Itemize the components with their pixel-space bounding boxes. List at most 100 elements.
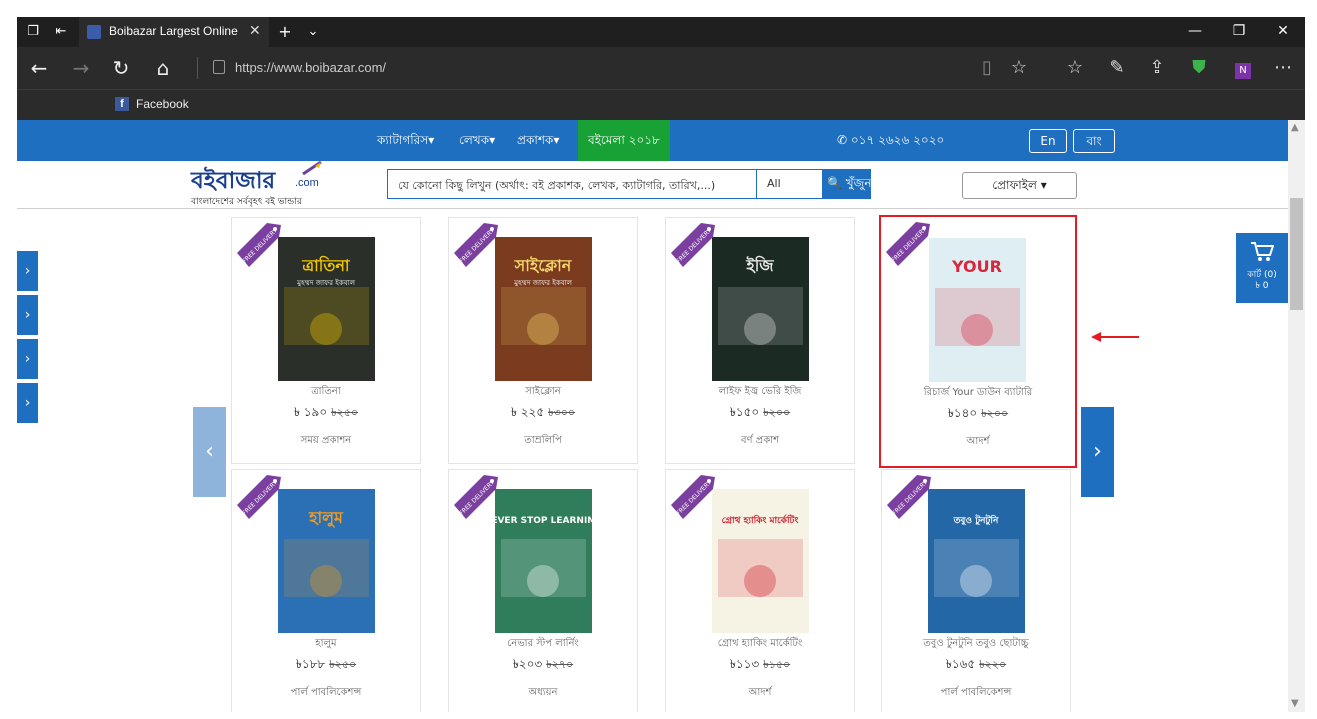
profile-button[interactable]: প্রোফাইল ▾ [962,172,1077,199]
book-cover[interactable]: গ্রোথ হ্যাকিং মার্কেটিং [712,489,809,633]
cover-author: মুহম্মদ জাফর ইকবাল [513,279,573,287]
lang-bn-button[interactable]: বাং [1073,129,1115,153]
old-price: ৳২০০ [763,406,791,419]
book-cover[interactable]: NEVER STOP LEARNING [495,489,592,633]
book-publisher[interactable]: পার্ল পাবলিকেশন্স [882,685,1070,702]
home-icon[interactable]: ⌂ [151,57,175,79]
old-price: ৳১৫০ [763,658,791,671]
cover-author: মুহম্মদ জাফর ইকবাল [296,279,356,287]
free-delivery-badge: FREE DELIVERY [671,475,715,519]
browser-tab[interactable]: Boibazar Largest Online ✕ [79,17,269,47]
current-price: ৳ ২২৫ [510,405,545,419]
book-title[interactable]: হালুম [232,636,420,653]
vertical-scrollbar[interactable]: ▲ ▼ [1288,120,1305,712]
favorites-hub-icon[interactable]: ☆ [1063,57,1087,79]
free-delivery-badge: FREE DELIVERY [454,475,498,519]
book-title[interactable]: নেভার স্টপ লার্নিং [449,636,637,653]
book-title[interactable]: সাইক্লোন [449,384,637,401]
search-input[interactable]: যে কোনো কিছু লিখুন (অর্থাৎ: বই প্রকাশক, … [387,169,757,199]
tab-close-icon[interactable]: ✕ [249,23,261,39]
set-tabs-aside-icon[interactable]: ⇤ [53,24,69,40]
book-title[interactable]: লাইফ ইজ্ব ভেরি ইজি [666,384,854,401]
lang-en-button[interactable]: En [1029,129,1067,153]
close-window-icon[interactable]: ✕ [1273,23,1293,39]
search-button[interactable]: 🔍 খুঁজুন [823,169,872,199]
book-publisher[interactable]: সময় প্রকাশন [232,433,420,450]
current-price: ৳১৮৮ [295,657,326,671]
side-expand-button[interactable]: › [17,251,38,291]
cover-title: সাইক্লোন [514,256,573,275]
book-title[interactable]: তবুও টুনটুনি তবুও ছোটাচ্চু [882,636,1070,653]
book-card[interactable]: ইজি FREE DELIVERY লাইফ ইজ্ব ভেরি ইজি ৳১৫০ ৳২… [665,217,855,464]
search-category-select[interactable]: All [757,169,823,199]
facebook-icon: f [115,97,129,111]
back-icon[interactable]: ← [27,57,51,79]
book-price: ৳২০৩ ৳২৭০ [449,656,637,676]
reading-view-icon[interactable]: ▯ [975,57,999,79]
tab-list-icon[interactable]: ⌄ [305,24,321,40]
book-publisher[interactable]: তাম্রলিপি [449,433,637,450]
carousel-next-button[interactable]: › [1081,407,1114,497]
book-cover[interactable]: ত্রাতিনা মুহম্মদ জাফর ইকবাল [278,237,375,381]
forward-icon[interactable]: → [69,57,93,79]
current-price: ৳১১৩ [729,657,760,671]
side-expand-button[interactable]: › [17,339,38,379]
restore-icon[interactable]: ❐ [1229,23,1249,39]
nav-book-fair[interactable]: বইমেলা ২০১৮ [578,120,670,161]
scroll-thumb[interactable] [1290,198,1303,310]
book-publisher[interactable]: পার্ল পাবলিকেশন্স [232,685,420,702]
book-publisher[interactable]: আদর্শ [666,685,854,702]
book-price: ৳ ১৯০ ৳২৫০ [232,404,420,424]
book-title[interactable]: গ্রোথ হ্যাকিং মার্কেটিং [666,636,854,653]
old-price: ৳২৫০ [331,406,359,419]
book-price: ৳১৪০ ৳২০০ [881,405,1075,425]
book-publisher[interactable]: আদর্শ [881,434,1075,451]
shield-extension-icon[interactable]: ⛊ [1187,57,1211,79]
old-price: ৳২৫০ [329,658,357,671]
cart-widget[interactable]: কার্ট (0) ৳ 0 [1236,233,1288,303]
tab-actions-icon[interactable]: ❐ [25,24,41,40]
side-expand-button[interactable]: › [17,295,38,335]
favorites-bar: f Facebook [17,89,1305,120]
onenote-icon[interactable]: N [1231,57,1255,79]
book-publisher[interactable]: বর্ণ প্রকাশ [666,433,854,450]
share-icon[interactable]: ⇪ [1145,57,1169,79]
book-title[interactable]: রিচার্জ Your ডাউন ব্যাটারি [881,385,1075,402]
book-card[interactable]: NEVER STOP LEARNINGFREE DELIVERY নেভার স্… [448,469,638,712]
book-card[interactable]: তবুও টুনটুনি FREE DELIVERY তবুও টুনটুনি তব… [881,469,1071,712]
nav-authors[interactable]: লেখক▾ [459,132,495,152]
book-price: ৳১১৩ ৳১৫০ [666,656,854,676]
side-expand-button[interactable]: › [17,383,38,423]
book-card[interactable]: সাইক্লোন মুহম্মদ জাফর ইকবাল FREE DELIVERY স… [448,217,638,464]
new-tab-icon[interactable]: + [277,24,293,40]
browser-titlebar: ❐ ⇤ Boibazar Largest Online ✕ + ⌄ — ❐ ✕ [17,17,1305,47]
more-icon[interactable]: ⋯ [1271,57,1295,79]
book-title[interactable]: ত্রাতিনা [232,384,420,401]
book-card[interactable]: ত্রাতিনা মুহম্মদ জাফর ইকবাল FREE DELIVERY ত… [231,217,421,464]
minimize-icon[interactable]: — [1185,23,1205,39]
refresh-icon[interactable]: ↻ [109,57,133,79]
book-card[interactable]: গ্রোথ হ্যাকিং মার্কেটিং FREE DELIVERY গ্রো… [665,469,855,712]
book-card[interactable]: হালুম FREE DELIVERY হালুম ৳১৮৮ ৳২৫০ পার্ল পাব… [231,469,421,712]
book-cover[interactable]: হালুম [278,489,375,633]
book-card[interactable]: YOUR FREE DELIVERY রিচার্জ Your ডাউন ব্যাট… [879,215,1077,468]
url-field[interactable]: https://www.boibazar.com/ [235,60,386,75]
pen-icon[interactable]: ✎ [1105,57,1129,79]
book-cover[interactable]: YOUR [929,238,1026,382]
book-cover[interactable]: সাইক্লোন মুহম্মদ জাফর ইকবাল [495,237,592,381]
free-delivery-badge: FREE DELIVERY [887,475,931,519]
carousel-prev-button[interactable]: ‹ [193,407,226,497]
book-cover[interactable]: তবুও টুনটুনি [928,489,1025,633]
lock-icon[interactable] [213,60,225,74]
scroll-down-icon[interactable]: ▼ [1291,698,1299,709]
favorite-facebook[interactable]: Facebook [136,97,189,111]
book-cover[interactable]: ইজি [712,237,809,381]
free-delivery-badge: FREE DELIVERY [454,223,498,267]
cover-title: NEVER STOP LEARNING [495,516,592,526]
favorite-star-icon[interactable]: ☆ [1007,57,1031,79]
page-viewport: ক্যাটাগরিস▾ লেখক▾ প্রকাশক▾ বইমেলা ২০১৮ ✆… [17,120,1288,712]
scroll-up-icon[interactable]: ▲ [1291,122,1299,133]
nav-categories[interactable]: ক্যাটাগরিস▾ [377,132,434,152]
nav-publishers[interactable]: প্রকাশক▾ [517,132,559,152]
book-publisher[interactable]: অধ্যয়ন [449,685,637,702]
